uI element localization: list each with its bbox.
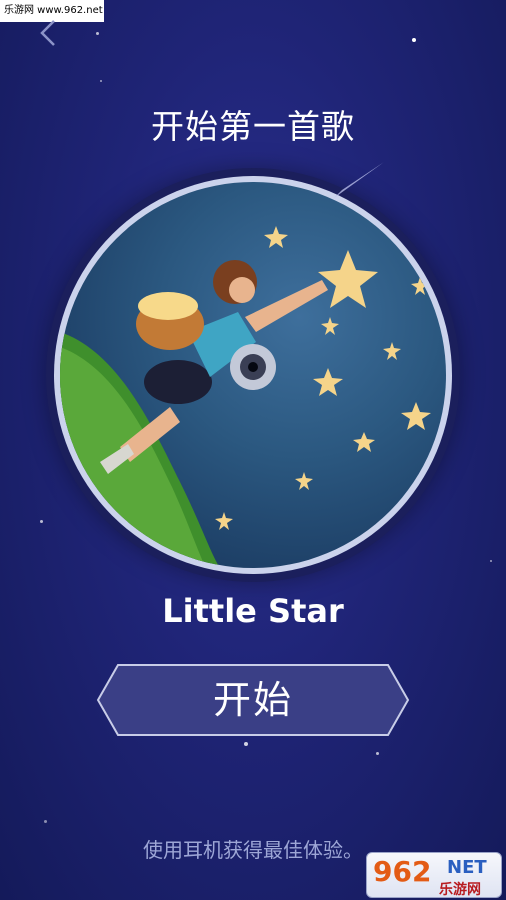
chevron-left-icon	[40, 20, 55, 46]
star-dot	[376, 752, 379, 755]
star-dot	[490, 560, 492, 562]
star-dot	[40, 520, 43, 523]
song-title: Little Star	[162, 592, 344, 630]
album-disc[interactable]	[46, 162, 460, 582]
star-dot	[412, 38, 416, 42]
logo-number: 962	[373, 855, 432, 888]
star-dot	[44, 820, 47, 823]
star-dot	[244, 742, 248, 746]
star-dot	[100, 80, 102, 82]
page-title: 开始第一首歌	[151, 107, 355, 146]
disc-center-hole	[230, 344, 276, 390]
disc-hole-inner	[240, 354, 266, 380]
logo-suffix: NET	[447, 857, 487, 878]
disc-hole-core	[248, 362, 258, 372]
shooting-star-icon	[334, 162, 384, 198]
site-logo: 962 NET 乐游网	[366, 852, 502, 898]
back-button[interactable]	[36, 18, 62, 48]
start-button-label: 开始	[212, 678, 293, 722]
star-dot	[96, 32, 99, 35]
logo-name: 乐游网	[439, 882, 481, 898]
start-button[interactable]: 开始	[96, 663, 410, 737]
